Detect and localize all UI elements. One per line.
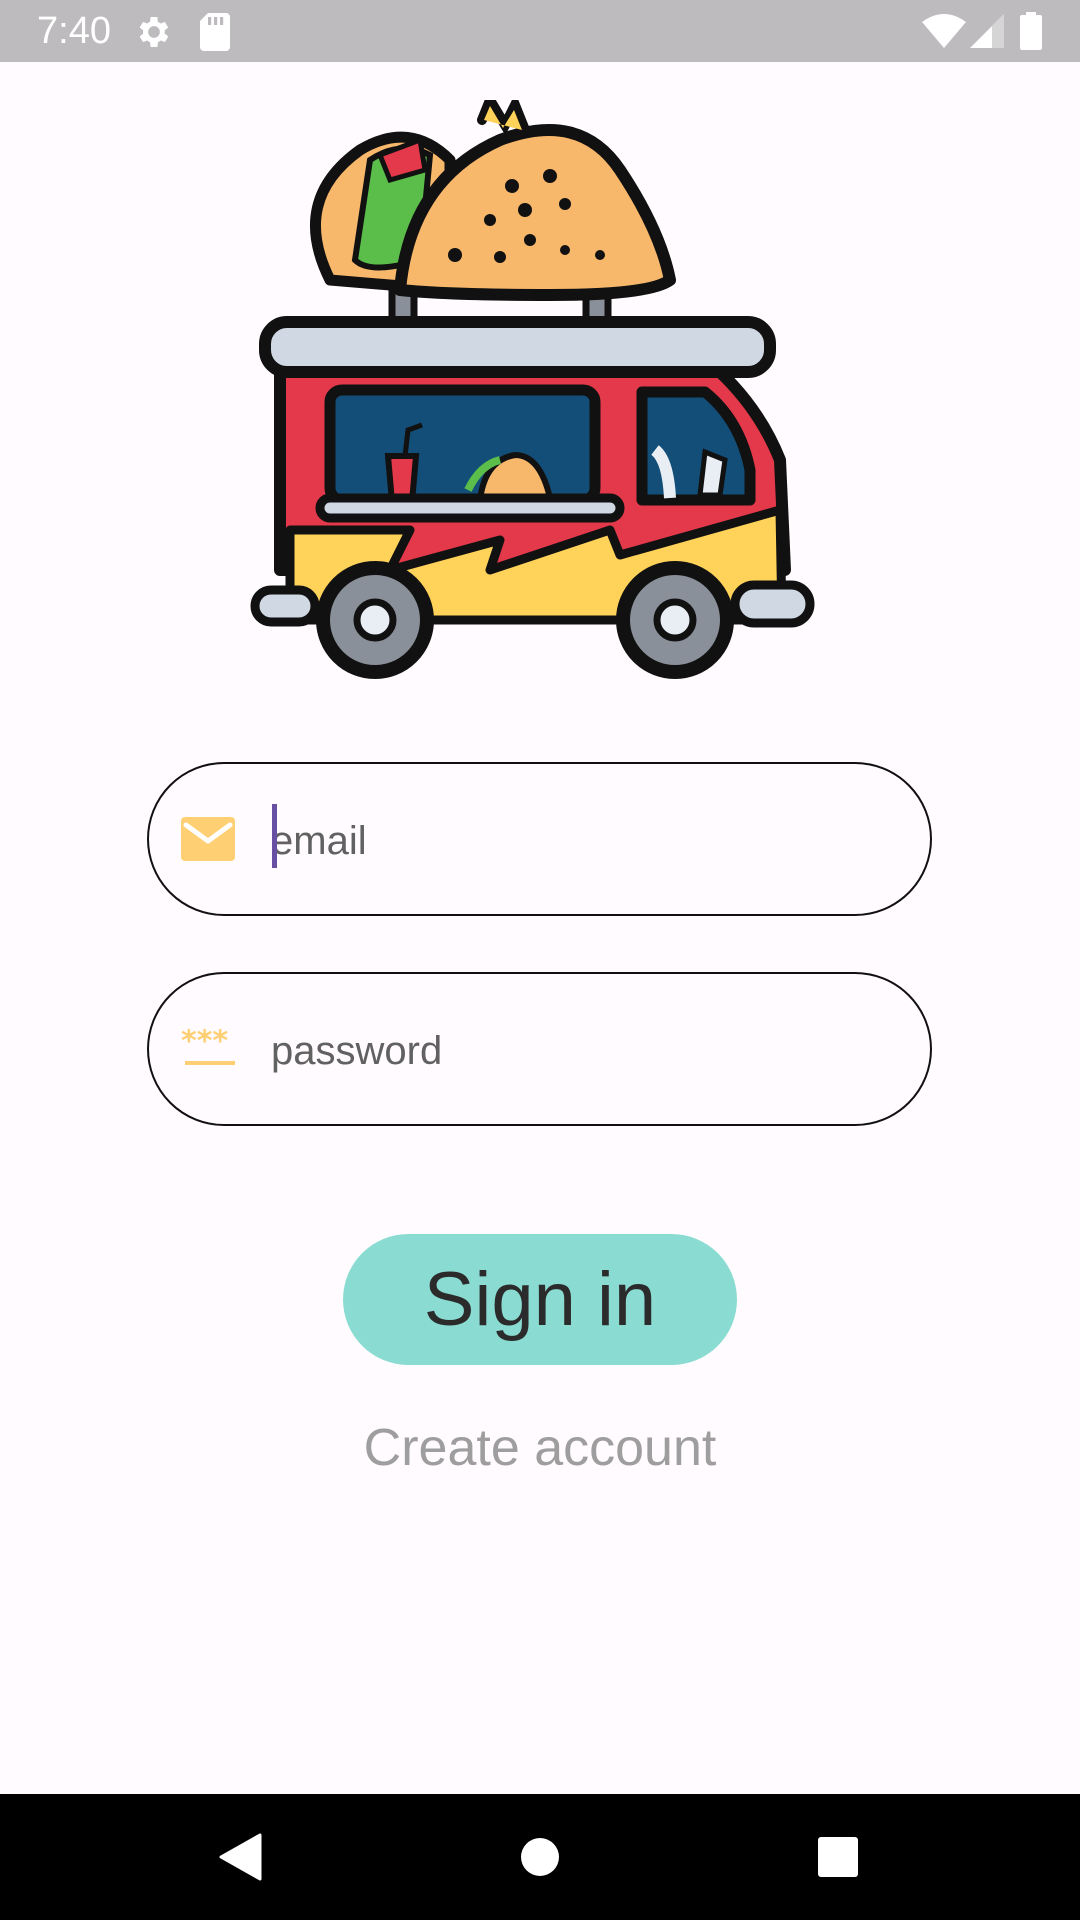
back-icon[interactable] bbox=[175, 1794, 301, 1920]
navigation-bar bbox=[0, 1794, 1080, 1920]
text-caret bbox=[272, 804, 277, 868]
battery-icon bbox=[1020, 12, 1042, 50]
password-asterisks-icon: *** bbox=[181, 1029, 235, 1065]
wifi-icon bbox=[922, 14, 966, 48]
recents-icon[interactable] bbox=[775, 1794, 901, 1920]
password-input[interactable] bbox=[271, 1014, 871, 1088]
settings-icon bbox=[139, 17, 169, 47]
email-field-container[interactable] bbox=[147, 762, 932, 916]
envelope-icon bbox=[181, 817, 235, 861]
create-account-link[interactable]: Create account bbox=[0, 1416, 1080, 1480]
svg-text:***: *** bbox=[181, 1029, 228, 1059]
password-field-container[interactable]: *** bbox=[147, 972, 932, 1126]
sign-in-button[interactable]: Sign in bbox=[343, 1234, 737, 1365]
taco-food-truck-logo bbox=[250, 100, 815, 679]
status-bar: 7:40 bbox=[0, 0, 1080, 62]
status-time: 7:40 bbox=[37, 10, 111, 52]
email-input[interactable] bbox=[271, 804, 871, 878]
home-icon[interactable] bbox=[477, 1794, 603, 1920]
signal-icon bbox=[970, 14, 1004, 48]
sd-card-icon bbox=[200, 13, 230, 51]
